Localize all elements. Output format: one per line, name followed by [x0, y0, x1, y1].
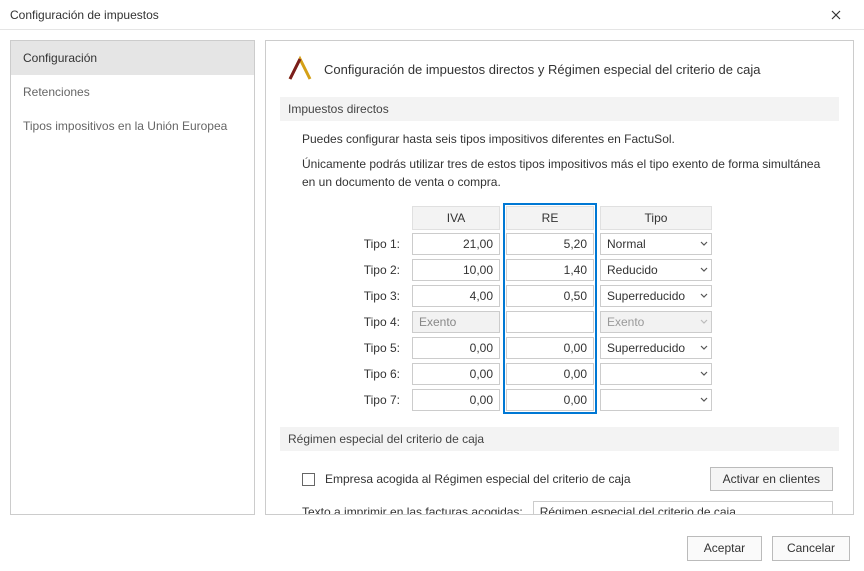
tipo-select[interactable]	[600, 337, 712, 359]
cancel-button[interactable]: Cancelar	[772, 536, 850, 561]
row-label: Tipo 4:	[350, 315, 412, 329]
info-text-2: Únicamente podrás utilizar tres de estos…	[280, 156, 839, 199]
row-label: Tipo 3:	[350, 289, 412, 303]
agency-logo-icon	[286, 55, 314, 83]
table-row: Tipo 3:	[350, 283, 839, 309]
regimen-checkbox-row: Empresa acogida al Régimen especial del …	[280, 461, 839, 497]
tax-table: IVA RE Tipo Tipo 1: Tipo 2: Tipo 3: Tipo 4:…	[280, 205, 839, 413]
texto-imprimir-label: Texto a imprimir en las facturas acogida…	[302, 505, 523, 515]
iva-input[interactable]	[412, 259, 500, 281]
re-input[interactable]	[506, 389, 594, 411]
titlebar: Configuración de impuestos	[0, 0, 864, 30]
table-row: Tipo 4:	[350, 309, 839, 335]
re-input[interactable]	[506, 233, 594, 255]
window-title: Configuración de impuestos	[10, 8, 816, 22]
tipo-select[interactable]	[600, 259, 712, 281]
tipo-select[interactable]	[600, 233, 712, 255]
texto-imprimir-row: Texto a imprimir en las facturas acogida…	[280, 497, 839, 515]
sidebar-item-tipos-ue[interactable]: Tipos impositivos en la Unión Europea	[11, 109, 254, 143]
activar-clientes-button[interactable]: Activar en clientes	[710, 467, 833, 491]
table-header-tipo: Tipo	[600, 206, 712, 230]
sidebar: Configuración Retenciones Tipos impositi…	[10, 40, 255, 515]
table-row: Tipo 6:	[350, 361, 839, 387]
section-impuestos-header: Impuestos directos	[280, 97, 839, 121]
re-input[interactable]	[506, 363, 594, 385]
sidebar-item-retenciones[interactable]: Retenciones	[11, 75, 254, 109]
info-text-1: Puedes configurar hasta seis tipos impos…	[280, 131, 839, 156]
table-row: Tipo 7:	[350, 387, 839, 413]
iva-input[interactable]	[412, 337, 500, 359]
row-label: Tipo 7:	[350, 393, 412, 407]
footer: Aceptar Cancelar	[0, 525, 864, 571]
re-input[interactable]	[506, 337, 594, 359]
tipo-select	[600, 311, 712, 333]
texto-imprimir-input[interactable]	[533, 501, 833, 515]
regimen-checkbox[interactable]	[302, 473, 315, 486]
main-heading: Configuración de impuestos directos y Ré…	[324, 62, 760, 77]
iva-input[interactable]	[412, 233, 500, 255]
table-header-re: RE	[506, 206, 594, 230]
re-input	[506, 311, 594, 333]
iva-input[interactable]	[412, 389, 500, 411]
table-row: Tipo 5:	[350, 335, 839, 361]
row-label: Tipo 2:	[350, 263, 412, 277]
close-button[interactable]	[816, 1, 856, 29]
main-header: Configuración de impuestos directos y Ré…	[280, 55, 839, 83]
tipo-select[interactable]	[600, 363, 712, 385]
row-label: Tipo 5:	[350, 341, 412, 355]
re-input[interactable]	[506, 285, 594, 307]
accept-button[interactable]: Aceptar	[687, 536, 762, 561]
main-panel: Configuración de impuestos directos y Ré…	[265, 40, 854, 515]
table-row: Tipo 1:	[350, 231, 839, 257]
row-label: Tipo 6:	[350, 367, 412, 381]
section-regimen-header: Régimen especial del criterio de caja	[280, 427, 839, 451]
table-header-iva: IVA	[412, 206, 500, 230]
sidebar-item-configuracion[interactable]: Configuración	[11, 41, 254, 75]
iva-input[interactable]	[412, 363, 500, 385]
regimen-checkbox-label: Empresa acogida al Régimen especial del …	[325, 472, 631, 486]
close-icon	[831, 10, 841, 20]
tipo-select[interactable]	[600, 389, 712, 411]
re-input[interactable]	[506, 259, 594, 281]
content-area: Configuración Retenciones Tipos impositi…	[0, 30, 864, 525]
row-label: Tipo 1:	[350, 237, 412, 251]
iva-input[interactable]	[412, 285, 500, 307]
table-row: Tipo 2:	[350, 257, 839, 283]
iva-input	[412, 311, 500, 333]
tipo-select[interactable]	[600, 285, 712, 307]
